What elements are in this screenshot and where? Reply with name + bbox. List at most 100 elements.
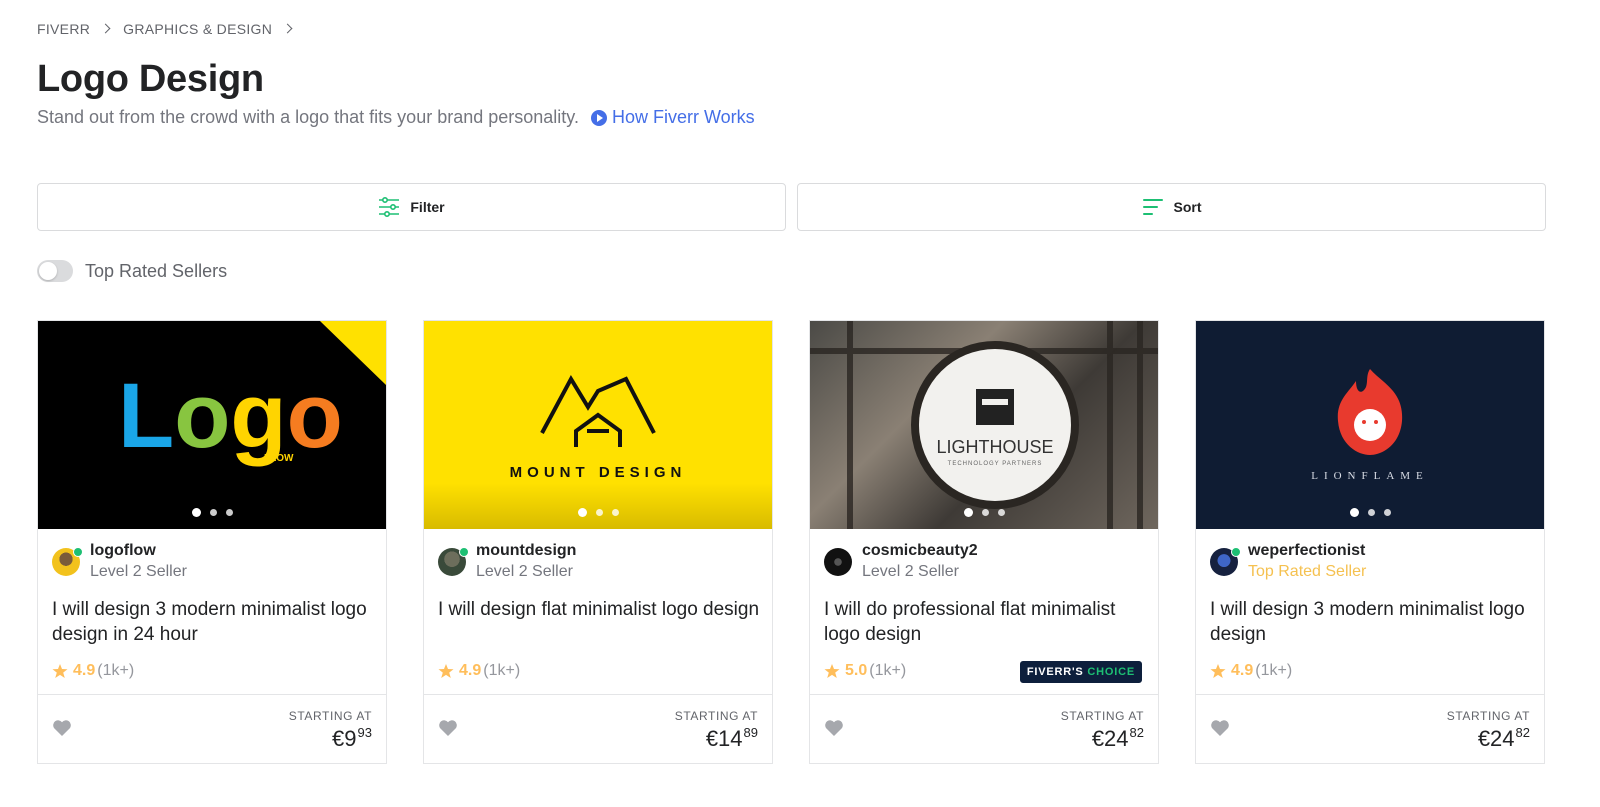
gig-thumbnail[interactable]: LIGHTHOUSE TECHNOLOGY PARTNERS [810, 321, 1158, 529]
price-main: €24 [1477, 726, 1515, 751]
price-cents: 93 [357, 725, 372, 740]
gig-title[interactable]: I will design 3 modern minimalist logo d… [52, 597, 374, 647]
gig-card[interactable]: MOUNT DESIGN mountdesign Level 2 Seller … [423, 320, 773, 764]
online-indicator [459, 547, 469, 557]
top-rated-toggle-row: Top Rated Sellers [37, 260, 227, 282]
price: €1489 [675, 725, 758, 752]
rating: 4.9 (1k+) [52, 662, 134, 680]
rating-value: 4.9 [73, 662, 96, 679]
how-fiverr-works-link[interactable]: How Fiverr Works [590, 107, 755, 128]
avatar[interactable] [1210, 547, 1241, 576]
gig-card[interactable]: Logo FLOW logoflow Level 2 Seller I will… [37, 320, 387, 764]
how-fiverr-works-label: How Fiverr Works [611, 107, 755, 127]
online-indicator [1231, 547, 1241, 557]
price-block[interactable]: STARTING AT €1489 [675, 709, 758, 752]
thumb-logo-text: Logo [118, 365, 343, 467]
seller-name[interactable]: mountdesign [476, 541, 576, 561]
gig-card[interactable]: LIGHTHOUSE TECHNOLOGY PARTNERS cosmicbea… [809, 320, 1159, 764]
seller-level: Level 2 Seller [476, 563, 573, 580]
filter-button[interactable]: Filter [37, 183, 786, 231]
rating: 5.0 (1k+) [824, 662, 906, 680]
breadcrumb-fiverr[interactable]: FIVERR [37, 21, 90, 37]
breadcrumb-graphics-design[interactable]: GRAPHICS & DESIGN [123, 21, 272, 37]
rating: 4.9 (1k+) [438, 662, 520, 680]
star-icon [824, 663, 840, 679]
chevron-right-icon [284, 20, 292, 38]
lighthouse-thumbnail-art: LIGHTHOUSE TECHNOLOGY PARTNERS [810, 321, 1158, 529]
sort-lines-icon [1142, 197, 1164, 217]
price-cents: 89 [743, 725, 758, 740]
filter-label: Filter [410, 199, 445, 215]
seller-info: logoflow Level 2 Seller [52, 541, 187, 583]
gig-thumbnail[interactable]: LIONFLAME [1196, 321, 1544, 529]
badge-prefix: FIVERR'S [1026, 666, 1084, 678]
carousel-dots[interactable] [38, 508, 386, 517]
price-cents: 82 [1515, 725, 1530, 740]
heart-icon[interactable] [438, 719, 458, 737]
seller-info: weperfectionist Top Rated Seller [1210, 541, 1366, 583]
price-block[interactable]: STARTING AT €2482 [1061, 709, 1144, 752]
price: €2482 [1061, 725, 1144, 752]
mountdesign-thumbnail-art: MOUNT DESIGN [510, 374, 687, 481]
star-icon [438, 663, 454, 679]
starting-at-label: STARTING AT [288, 709, 372, 723]
seller-level: Level 2 Seller [862, 563, 959, 580]
rating-value: 4.9 [1231, 662, 1254, 679]
badge-suffix: CHOICE [1087, 666, 1135, 678]
price: €993 [289, 725, 372, 752]
sort-button[interactable]: Sort [797, 183, 1546, 231]
star-icon [1210, 663, 1226, 679]
price: €2482 [1447, 725, 1530, 752]
thumb-brand-text: LIGHTHOUSE [936, 437, 1053, 457]
price-main: €24 [1091, 726, 1129, 751]
sliders-icon [378, 197, 400, 217]
gig-title[interactable]: I will design 3 modern minimalist logo d… [1210, 597, 1532, 647]
heart-icon[interactable] [1210, 719, 1230, 737]
rating-count: (1k+) [483, 662, 521, 679]
thumb-brand-text: MOUNT DESIGN [510, 464, 687, 481]
card-footer: STARTING AT €2482 [1196, 694, 1544, 764]
avatar[interactable] [438, 547, 469, 576]
rating-value: 4.9 [459, 662, 482, 679]
fiverrs-choice-badge: FIVERR'S CHOICE [1019, 661, 1142, 683]
gig-title[interactable]: I will do professional flat minimalist l… [824, 597, 1146, 647]
logoflow-thumbnail-art: Logo FLOW [118, 321, 386, 467]
heart-icon[interactable] [52, 719, 72, 737]
top-rated-label: Top Rated Sellers [85, 260, 228, 281]
seller-level: Level 2 Seller [90, 563, 187, 580]
seller-name[interactable]: weperfectionist [1248, 541, 1366, 561]
starting-at-label: STARTING AT [674, 709, 758, 723]
thumb-brand-text: LIONFLAME [1311, 470, 1429, 482]
avatar[interactable] [824, 548, 852, 576]
seller-name[interactable]: logoflow [90, 541, 187, 561]
starting-at-label: STARTING AT [1060, 709, 1144, 723]
carousel-dots[interactable] [1196, 508, 1544, 517]
top-rated-toggle[interactable] [37, 260, 73, 282]
star-icon [52, 663, 68, 679]
card-footer: STARTING AT €1489 [424, 694, 772, 764]
gig-card[interactable]: LIONFLAME weperfectionist Top Rated Sell… [1195, 320, 1545, 764]
page-subtitle: Stand out from the crowd with a logo tha… [37, 107, 755, 128]
play-circle-icon [590, 109, 607, 126]
card-footer: STARTING AT €993 [38, 694, 386, 764]
carousel-dots[interactable] [810, 508, 1158, 517]
breadcrumb: FIVERR GRAPHICS & DESIGN [37, 20, 305, 38]
rating-count: (1k+) [1255, 662, 1293, 679]
carousel-dots[interactable] [424, 508, 772, 517]
price-block[interactable]: STARTING AT €993 [289, 709, 372, 752]
gig-title[interactable]: I will design flat minimalist logo desig… [438, 597, 760, 622]
subtitle-text: Stand out from the crowd with a logo tha… [37, 107, 579, 127]
avatar[interactable] [52, 547, 83, 576]
heart-icon[interactable] [824, 719, 844, 737]
seller-info: mountdesign Level 2 Seller [438, 541, 576, 583]
rating-count: (1k+) [869, 662, 907, 679]
price-main: €14 [705, 726, 743, 751]
price-block[interactable]: STARTING AT €2482 [1447, 709, 1530, 752]
chevron-right-icon [102, 20, 110, 38]
price-cents: 82 [1129, 725, 1144, 740]
rating: 4.9 (1k+) [1210, 662, 1292, 680]
rating-value: 5.0 [845, 662, 868, 679]
seller-name[interactable]: cosmicbeauty2 [862, 541, 978, 561]
gig-thumbnail[interactable]: Logo FLOW [38, 321, 386, 529]
gig-thumbnail[interactable]: MOUNT DESIGN [424, 321, 772, 529]
